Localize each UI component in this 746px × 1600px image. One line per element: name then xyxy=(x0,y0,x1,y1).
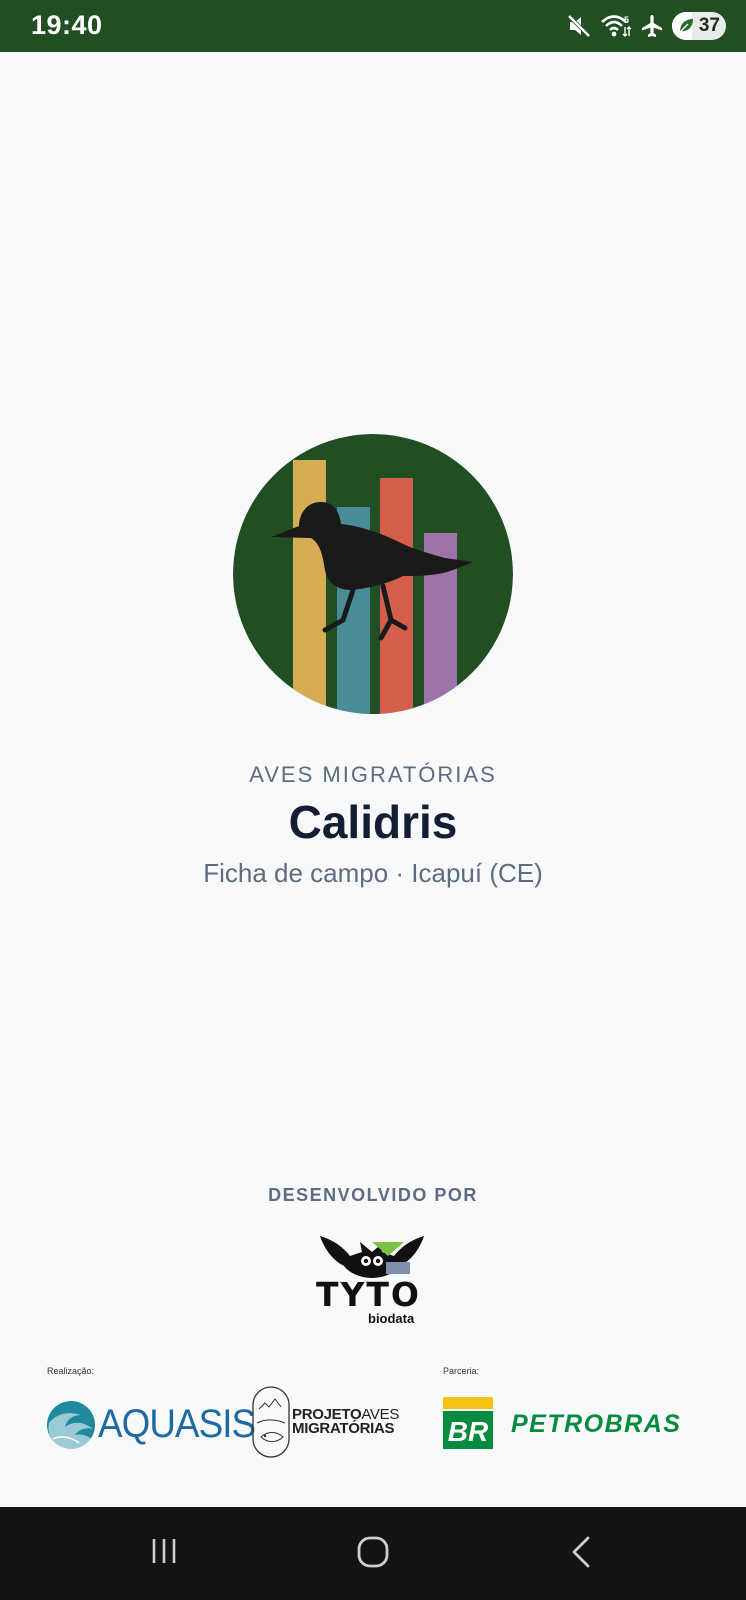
mute-icon xyxy=(566,13,592,39)
tyto-subtitle: biodata xyxy=(368,1311,415,1326)
app-title: Calidris xyxy=(288,796,458,848)
aquasis-wordmark: AQUASIS xyxy=(98,1402,256,1446)
navigation-bar xyxy=(0,1507,746,1600)
status-bar: 19:40 5 37 xyxy=(0,0,746,52)
tyto-wordmark: TYTO xyxy=(316,1275,421,1314)
app-eyebrow: AVES MIGRATÓRIAS xyxy=(249,762,497,787)
petrobras-wordmark: PETROBRAS xyxy=(511,1410,682,1438)
app-logo xyxy=(233,434,513,714)
battery-level: 37 xyxy=(698,15,720,36)
status-time: 19:40 xyxy=(31,10,103,40)
projeto-aves-wordmark: PROJETOAVES MIGRATÓRIAS xyxy=(292,1406,400,1437)
aquasis-logo xyxy=(47,1399,99,1451)
parceria-label: Parceria: xyxy=(443,1366,480,1376)
recents-button[interactable] xyxy=(148,1535,180,1572)
airplane-mode-icon xyxy=(640,14,664,38)
battery-saver-icon xyxy=(677,17,695,35)
home-button[interactable] xyxy=(356,1535,390,1574)
br-text: BR xyxy=(448,1416,489,1447)
status-icons: 5 37 xyxy=(566,11,726,41)
petrobras-br-logo: BR xyxy=(443,1397,493,1449)
svg-text:5: 5 xyxy=(624,15,629,25)
developed-by-label: DESENVOLVIDO POR xyxy=(268,1185,478,1205)
app-subtitle: Ficha de campo · Icapuí (CE) xyxy=(203,858,543,888)
back-button[interactable] xyxy=(568,1535,594,1574)
wifi-icon: 5 xyxy=(600,13,632,39)
projeto-aves-logo xyxy=(251,1385,291,1459)
realizacao-label: Realização: xyxy=(47,1366,95,1376)
battery-indicator: 37 xyxy=(672,12,726,40)
